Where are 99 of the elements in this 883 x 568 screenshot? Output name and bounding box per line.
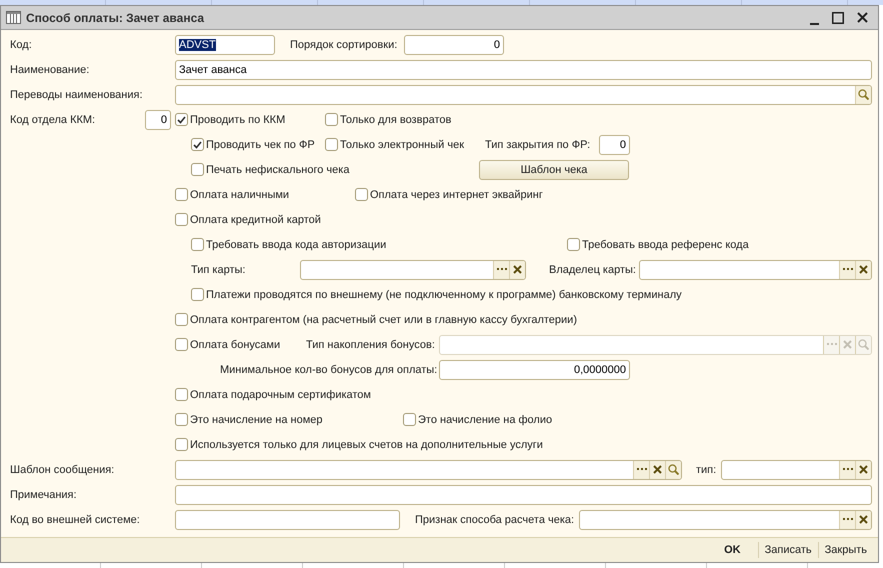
input-field[interactable] [721,460,872,480]
checkbox-box[interactable] [175,313,188,326]
checkbox-box[interactable] [175,113,188,126]
checkbox-label[interactable]: Используется только для лицевых счетов на дополнительные услуги [190,438,543,450]
choose-button[interactable] [839,260,855,278]
checkbox-label[interactable]: Это начисление на фолио [418,414,552,426]
clear-button[interactable] [855,460,871,478]
checkbox-box[interactable] [325,138,338,151]
input-field[interactable] [175,460,682,480]
checkbox-label[interactable]: Только электронный чек [340,138,464,150]
search-icon [858,89,869,100]
field-label: Шаблон сообщения: [10,464,114,476]
clear-button[interactable] [855,260,871,278]
ellipsis-icon [842,468,852,471]
template-button[interactable]: Шаблон чека [479,160,629,180]
field-label: Признак способа расчета чека: [415,514,574,526]
input-field[interactable]: Зачет аванса [175,60,872,80]
clear-icon [859,265,868,274]
field-label: Код во внешней системе: [10,514,140,526]
clear-icon [843,340,852,349]
checkbox-box[interactable] [191,288,204,301]
checkbox-box[interactable] [403,413,416,426]
checkbox-label[interactable]: Проводить по ККМ [190,114,286,126]
field-label: Код: [10,38,32,50]
field-label: Владелец карты: [549,264,636,276]
checkbox-box[interactable] [175,413,188,426]
checkbox-label[interactable]: Требовать ввода референс кода [582,238,749,250]
input-field[interactable]: 0 [404,34,504,54]
checkbox-label[interactable]: Требовать ввода кода авторизации [206,238,386,250]
clear-button[interactable] [509,260,525,278]
close-icon [856,12,868,23]
field-label: Тип карты: [191,264,246,276]
choose-button[interactable] [493,260,509,278]
minimize-icon [810,22,818,24]
field-label: Переводы наименования: [10,88,143,100]
search-icon [858,339,869,350]
clear-icon [859,515,868,524]
checkbox-box[interactable] [191,163,204,176]
checkbox-label[interactable]: Оплата через интернет эквайринг [370,188,543,200]
checkbox-label[interactable]: Оплата наличными [190,188,290,200]
input-field[interactable]: 0 [145,110,171,130]
window-title: Способ оплаты: Зачет аванса [26,10,206,24]
input-field[interactable] [175,84,872,104]
checkbox-label[interactable]: Оплата подарочным сертификатом [190,388,371,400]
ok-button[interactable]: OK [718,541,758,559]
input-field[interactable]: 0,0000000 [439,360,630,380]
checkbox-label[interactable]: Оплата контрагентом (на расчетный счет или в главную кассу бухгалтерии) [190,314,577,326]
ellipsis-icon [842,518,852,521]
input-field[interactable] [175,510,400,530]
field-label: Минимальное кол-во бонусов для оплаты: [220,364,438,376]
checkbox-box[interactable] [175,438,188,451]
checkbox-label[interactable]: Это начисление на номер [190,414,322,426]
clear-icon [513,265,522,274]
input-field[interactable] [579,510,872,530]
checkbox-box[interactable] [567,238,580,251]
input-field[interactable] [639,260,872,280]
field-label: Примечания: [10,488,77,500]
input-field[interactable] [175,484,872,504]
checkbox-label[interactable]: Проводить чек по ФР [206,138,315,150]
input-field[interactable]: 0 [599,134,630,154]
clear-button[interactable] [649,460,665,478]
checkbox-box[interactable] [325,113,338,126]
search-button[interactable] [855,86,871,104]
checkbox-label[interactable]: Платежи проводятся по внешнему (не подключенному к программе) банковскому терминалу [206,288,682,300]
field-label: Порядок сортировки: [290,38,398,50]
clear-icon [653,465,662,474]
footer-button[interactable]: Записать [758,541,818,559]
checkbox-label[interactable]: Печать нефискального чека [206,164,350,176]
ellipsis-icon [826,343,836,346]
choose-button[interactable] [633,460,649,478]
field-label: Код отдела ККМ: [10,114,96,126]
checkbox-box[interactable] [175,388,188,401]
checkbox-label[interactable]: Оплата кредитной картой [190,214,321,226]
checkbox-label[interactable]: Оплата бонусами [190,338,280,350]
checkbox-label[interactable]: Только для возвратов [340,114,452,126]
ellipsis-icon [842,268,852,271]
input-field[interactable] [300,260,526,280]
checkbox-box[interactable] [355,188,368,201]
checkbox-box[interactable] [175,338,188,351]
checkbox-box[interactable] [191,238,204,251]
ellipsis-icon [496,268,506,271]
footer-button[interactable]: Закрыть [818,541,873,559]
input-field[interactable]: ADVST [175,34,275,54]
field-label: тип: [696,464,716,476]
choose-button[interactable] [839,510,855,528]
checkbox-box[interactable] [191,138,204,151]
field-label: Тип закрытия по ФР: [485,138,590,150]
clear-icon [859,465,868,474]
choose-button[interactable] [839,460,855,478]
ellipsis-icon [636,468,646,471]
field-label: Тип накопления бонусов: [306,338,435,350]
table-icon [6,11,21,24]
search-button[interactable] [665,460,681,478]
maximize-icon [832,12,844,24]
search-icon [668,464,679,475]
checkbox-box[interactable] [175,188,188,201]
field-label: Наименование: [10,64,90,76]
clear-button[interactable] [855,510,871,528]
checkbox-box[interactable] [175,213,188,226]
